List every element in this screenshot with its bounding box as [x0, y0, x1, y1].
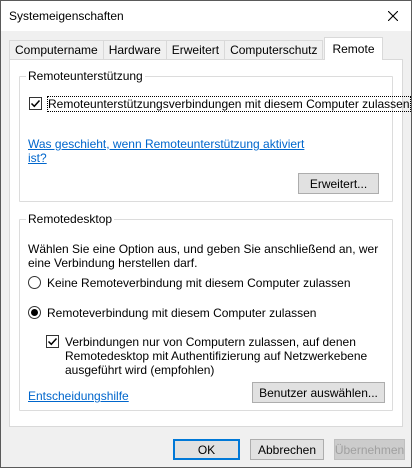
allow-remote-assistance-row[interactable]: Remoteunterstützungsverbindungen mit die…: [29, 96, 411, 112]
tab-computerschutz[interactable]: Computerschutz: [224, 40, 324, 60]
nla-only-checkbox[interactable]: [46, 335, 59, 348]
close-button[interactable]: [375, 1, 411, 31]
option-no-remote-row[interactable]: Keine Remoteverbindung mit diesem Comput…: [28, 276, 351, 290]
remote-desktop-intro-line1: Wählen Sie eine Option aus, und geben Si…: [28, 242, 379, 256]
remote-assistance-help-link[interactable]: Was geschieht, wenn Remoteunterstützung …: [28, 137, 304, 165]
remote-assistance-group: Remoteunterstützung Remoteunterstützungs…: [19, 69, 411, 202]
tab-computername[interactable]: Computername: [9, 40, 104, 60]
option-allow-remote-radio[interactable]: [28, 306, 41, 319]
apply-button[interactable]: Übernehmen: [334, 439, 405, 460]
nla-only-label-line1[interactable]: Verbindungen nur von Computern zulassen,…: [65, 335, 356, 349]
remote-assistance-help-link-line2[interactable]: ist?: [28, 151, 47, 165]
option-no-remote-radio[interactable]: [28, 276, 41, 289]
window-title: Systemeigenschaften: [9, 9, 124, 23]
select-users-button[interactable]: Benutzer auswählen...: [252, 382, 385, 403]
system-properties-dialog: Systemeigenschaften Computername Hardwar…: [0, 0, 412, 468]
radio-dot-icon: [31, 309, 38, 316]
remote-desktop-intro-line2: eine Verbindung herstellen darf.: [28, 256, 198, 270]
title-bar[interactable]: Systemeigenschaften: [1, 1, 411, 31]
decision-help-link[interactable]: Entscheidungshilfe: [28, 389, 129, 403]
checkmark-icon: [47, 337, 58, 346]
tab-hardware[interactable]: Hardware: [102, 40, 167, 60]
nla-only-label-line3[interactable]: ausgeführt wird (empfohlen): [65, 363, 214, 377]
close-icon: [388, 11, 398, 21]
option-no-remote-label[interactable]: Keine Remoteverbindung mit diesem Comput…: [47, 276, 351, 290]
cancel-button[interactable]: Abbrechen: [250, 439, 324, 460]
tab-remote[interactable]: Remote: [324, 37, 383, 60]
allow-remote-assistance-label[interactable]: Remoteunterstützungsverbindungen mit die…: [47, 96, 411, 112]
tab-strip: Computername Hardware Erweitert Computer…: [9, 37, 383, 60]
nla-only-label[interactable]: Verbindungen nur von Computern zulassen,…: [65, 335, 367, 377]
ok-button[interactable]: OK: [173, 439, 240, 460]
checkmark-icon: [30, 99, 41, 108]
tab-erweitert[interactable]: Erweitert: [165, 40, 226, 60]
allow-remote-assistance-checkbox[interactable]: [29, 97, 42, 110]
remote-assistance-group-title: Remoteunterstützung: [26, 69, 145, 84]
remote-tab-panel: Remoteunterstützung Remoteunterstützungs…: [9, 59, 411, 427]
nla-only-label-line2[interactable]: Remotedesktop mit Authentifizierung auf …: [65, 349, 367, 363]
remote-assistance-help-link-line1[interactable]: Was geschieht, wenn Remoteunterstützung …: [28, 137, 304, 151]
nla-only-row[interactable]: Verbindungen nur von Computern zulassen,…: [46, 335, 367, 377]
remote-desktop-group: Remotedesktop Wählen Sie eine Option aus…: [19, 212, 393, 411]
remote-desktop-intro: Wählen Sie eine Option aus, und geben Si…: [28, 242, 378, 270]
remote-assistance-advanced-button[interactable]: Erweitert...: [298, 173, 379, 194]
option-allow-remote-row[interactable]: Remoteverbindung mit diesem Computer zul…: [28, 306, 316, 320]
remote-desktop-group-title: Remotedesktop: [26, 212, 115, 227]
option-allow-remote-label[interactable]: Remoteverbindung mit diesem Computer zul…: [47, 306, 316, 320]
